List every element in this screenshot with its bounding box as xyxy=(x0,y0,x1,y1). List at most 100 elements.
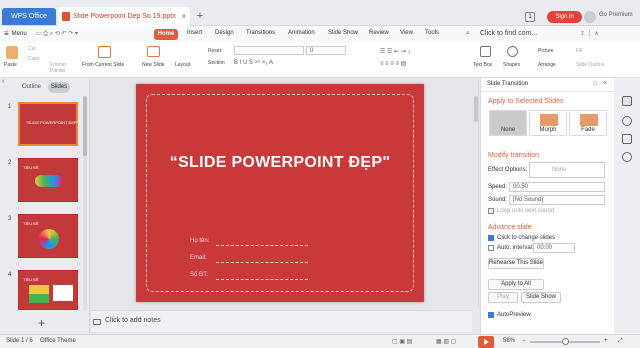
ribbon-toolbar: Paste Cut Copy Format Painter From Curre… xyxy=(0,42,640,78)
search-icon[interactable]: ⌕ xyxy=(466,30,470,38)
slide-transition-panel: Slide Transition ⌂ × Apply to Selected S… xyxy=(474,78,615,334)
transition-icon[interactable] xyxy=(622,96,632,106)
command-search-input[interactable]: Click to find com... xyxy=(480,30,537,37)
tab-animation[interactable]: Animation xyxy=(288,30,315,36)
font-size-box[interactable]: 0 xyxy=(306,46,346,55)
collapse-panel-icon[interactable]: ‹ xyxy=(2,78,4,85)
font-name-box[interactable] xyxy=(234,46,304,55)
shapes-button[interactable]: Shapes xyxy=(503,62,520,68)
name-field-label: Họ tên: xyxy=(190,238,210,244)
toolbar-extra-icons[interactable]: ⇪ ⋮ ∧ xyxy=(580,30,599,37)
thumbnail-label: TIÊU ĐỀ xyxy=(23,165,39,170)
section-button[interactable]: Section xyxy=(208,60,225,66)
hamburger-icon: ≡ xyxy=(4,29,9,38)
paste-button[interactable]: Paste xyxy=(4,62,17,68)
sign-in-button[interactable]: Sign in xyxy=(547,11,582,23)
autopreview-checkbox[interactable] xyxy=(488,312,494,318)
paragraph-format-icons[interactable]: ☰ ☰ ⇤ ⇥ ↕ xyxy=(380,48,410,55)
add-slide-button[interactable]: + xyxy=(38,316,45,330)
speed-input[interactable]: 00.50 xyxy=(509,182,605,192)
thumbnail-label: TIÊU ĐỀ xyxy=(23,221,39,226)
tab-slide-show[interactable]: Slide Show xyxy=(328,30,358,36)
normal-view-icons[interactable]: ▦ ▥ ▢ xyxy=(436,338,456,345)
tab-slides[interactable]: Slides xyxy=(48,82,70,93)
panel-scrollbar[interactable] xyxy=(474,80,478,330)
wps-office-tab[interactable]: WPS Office xyxy=(2,8,56,25)
go-premium-link[interactable]: Go Premium xyxy=(599,12,633,18)
undo-redo-icons[interactable]: ▭ ⎙ ⌕ ⟲ ↶ ↷ ▾ xyxy=(36,30,78,38)
notes-placeholder[interactable]: Click to add notes xyxy=(105,317,161,324)
zoom-level[interactable]: 58% xyxy=(503,338,515,344)
window-count-badge[interactable]: 1 xyxy=(525,12,535,22)
status-view-icons[interactable]: ▢ ▣ ▤ xyxy=(392,338,412,345)
tab-outline[interactable]: Outline xyxy=(22,84,41,90)
tab-transitions[interactable]: Transitions xyxy=(246,30,275,36)
history-icon[interactable] xyxy=(622,152,632,162)
settings-icon[interactable] xyxy=(622,134,632,144)
layout-button[interactable]: Layout xyxy=(175,62,190,68)
slide-outline-button[interactable]: Slide Outline xyxy=(576,62,604,68)
align-icons[interactable]: ≡ ≡ ≡ ≡ ▤ xyxy=(380,60,406,67)
arrange-button[interactable]: Arrange xyxy=(538,62,556,68)
tab-insert[interactable]: Insert xyxy=(187,30,202,36)
text-box-icon[interactable] xyxy=(480,46,491,57)
picture-button[interactable]: Picture xyxy=(538,48,554,54)
sound-select[interactable]: [No Sound] xyxy=(509,195,605,205)
main-menu-button[interactable]: ≡ Menu xyxy=(4,29,27,38)
panel-header-icons[interactable]: ⌂ × xyxy=(593,80,609,87)
play-button[interactable]: Play xyxy=(488,292,518,303)
play-from-current-icon[interactable] xyxy=(98,46,111,58)
tab-tools[interactable]: Tools xyxy=(425,30,439,36)
transition-morph[interactable]: Morph xyxy=(529,110,567,136)
zoom-out-icon[interactable]: − xyxy=(522,338,526,344)
from-current-slide-button[interactable]: From Current Slide xyxy=(82,62,124,68)
apply-to-all-button[interactable]: Apply to All xyxy=(488,279,544,290)
current-slide[interactable]: “SLIDE POWERPOINT ĐẸP" Họ tên: Email: Số… xyxy=(136,84,424,302)
speed-label: Speed: xyxy=(488,184,508,190)
tab-review[interactable]: Review xyxy=(369,30,389,36)
slide-thumbnail-1[interactable]: "SLIDE POWERPOINT ĐẸP" xyxy=(18,102,78,146)
shapes-icon[interactable] xyxy=(507,46,518,57)
zoom-slider-handle[interactable] xyxy=(562,338,569,345)
slide-title[interactable]: “SLIDE POWERPOINT ĐẸP" xyxy=(136,154,424,172)
format-painter-button[interactable]: Format Painter xyxy=(50,62,74,74)
thumbnail-scrollbar[interactable] xyxy=(83,96,87,311)
transition-none[interactable]: None xyxy=(489,110,527,136)
avatar[interactable] xyxy=(584,11,596,23)
close-tab-icon[interactable]: × xyxy=(178,12,190,21)
slide-thumbnail-3[interactable]: TIÊU ĐỀ xyxy=(18,214,78,258)
rehearse-button[interactable]: Rehearse This Slide xyxy=(488,258,544,269)
start-slideshow-button[interactable] xyxy=(478,336,494,348)
cut-button[interactable]: Cut xyxy=(28,46,36,52)
fit-window-icon[interactable]: ⤢ xyxy=(618,338,623,345)
animation-icon[interactable] xyxy=(622,116,632,126)
new-tab-button[interactable]: + xyxy=(194,10,206,22)
paste-icon[interactable] xyxy=(6,46,18,59)
slide-show-button[interactable]: Slide Show xyxy=(521,292,561,303)
zoom-in-icon[interactable]: + xyxy=(604,338,608,344)
reset-button[interactable]: Reset xyxy=(208,48,221,54)
document-tab[interactable]: Slide Powerpoint Dep So 19.pptx × xyxy=(58,7,190,26)
copy-button[interactable]: Copy xyxy=(28,56,40,62)
loop-checkbox[interactable] xyxy=(488,208,494,214)
new-slide-icon[interactable] xyxy=(147,46,160,57)
theme-name[interactable]: Office Theme xyxy=(40,338,76,344)
menu-row: ≡ Menu ▭ ⎙ ⌕ ⟲ ↶ ↷ ▾ Home Insert Design … xyxy=(0,26,640,42)
auto-interval-checkbox[interactable] xyxy=(488,245,494,251)
slide-number: 3 xyxy=(8,216,12,222)
tab-view[interactable]: View xyxy=(400,30,413,36)
fill-button[interactable]: Fill xyxy=(576,48,582,54)
advance-slide-heading: Advance slide xyxy=(488,224,532,231)
slide-thumbnail-2[interactable]: TIÊU ĐỀ xyxy=(18,158,78,202)
font-format-icons[interactable]: B I U S ×² ×₂ A xyxy=(234,60,273,66)
slide-thumbnail-4[interactable]: TIÊU ĐỀ xyxy=(18,270,78,310)
interval-input[interactable]: 00:00 xyxy=(533,243,575,253)
tab-design[interactable]: Design xyxy=(215,30,234,36)
tab-home[interactable]: Home xyxy=(154,29,178,40)
text-box-button[interactable]: Text Box xyxy=(473,62,492,68)
click-change-checkbox[interactable] xyxy=(488,235,494,241)
notes-pane[interactable]: Click to add notes xyxy=(91,310,472,332)
new-slide-button[interactable]: New Slide xyxy=(142,62,165,68)
transition-fade[interactable]: Fade xyxy=(569,110,607,136)
effect-options-select[interactable]: None xyxy=(529,162,605,178)
